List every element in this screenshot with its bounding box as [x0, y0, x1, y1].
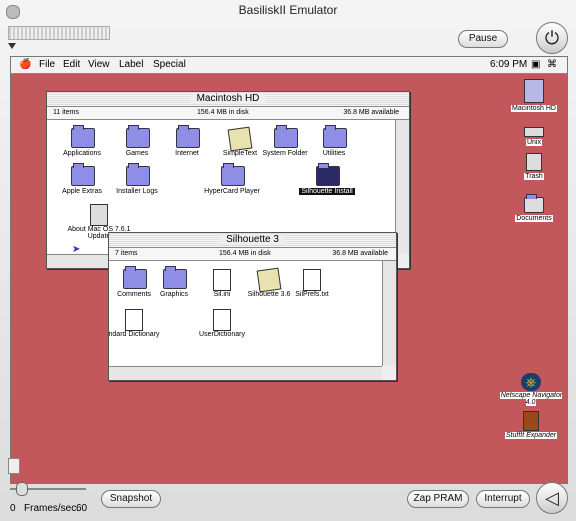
- window-title-text: Silhouette 3: [220, 234, 285, 245]
- frames-slider-knob[interactable]: [16, 482, 28, 496]
- desktop-label: Unix: [525, 139, 542, 146]
- stuffit-icon: [523, 411, 539, 431]
- app-menu-icon[interactable]: ⌘: [547, 57, 557, 73]
- window-title-text: Macintosh HD: [190, 93, 266, 104]
- available-space: 36.8 MB available: [332, 250, 388, 257]
- desktop-unix[interactable]: Unix: [499, 127, 567, 146]
- power-icon[interactable]: ⏻: [536, 22, 568, 54]
- item-label: Silhouette Install: [299, 188, 355, 195]
- folder-icon: [71, 125, 95, 148]
- desktop-netscape-navigator[interactable]: ⎈ Netscape Navigator 4.0: [495, 373, 567, 406]
- document-icon: [213, 269, 231, 291]
- doc-standard-dictionary[interactable]: ndard Dictionary: [99, 309, 169, 338]
- clock: 6:09 PM: [490, 59, 528, 70]
- silhouette-3-window[interactable]: Silhouette 3 7 items 156.4 MB in disk 36…: [108, 232, 397, 381]
- desktop-label: StuffIt Expander: [504, 432, 558, 439]
- item-label: HyperCard Player: [204, 188, 260, 195]
- folder-icon: [221, 163, 245, 186]
- menu-bar: 🍎 File Edit View Label Special 6:09 PM ▣…: [11, 57, 567, 74]
- folder-installer-logs[interactable]: Installer Logs: [102, 163, 172, 195]
- zap-pram-button[interactable]: Zap PRAM: [407, 490, 469, 508]
- frames-max: 60: [76, 503, 88, 514]
- window-info-bar: 11 items 156.4 MB in disk 36.8 MB availa…: [47, 107, 409, 120]
- folder-icon: [126, 163, 150, 186]
- menu-view[interactable]: View: [88, 57, 110, 73]
- toolbar-strip: [8, 26, 110, 40]
- folder-icon: [176, 125, 200, 148]
- trash-icon: [526, 153, 542, 171]
- folder-hypercard-player[interactable]: HyperCard Player: [197, 163, 267, 195]
- folder-icon: [71, 163, 95, 186]
- folder-icon: [274, 125, 298, 148]
- menu-label[interactable]: Label: [119, 57, 143, 73]
- hard-disk-icon: [524, 79, 544, 103]
- emulated-screen: 🍎 File Edit View Label Special 6:09 PM ▣…: [10, 56, 568, 484]
- vertical-scrollbar[interactable]: [395, 120, 409, 254]
- window-content: Comments Graphics Sil.ini Silhouette 3.6…: [109, 261, 382, 366]
- folder-icon: [323, 125, 347, 148]
- window-title: BasiliskII Emulator: [238, 3, 338, 17]
- menu-edit[interactable]: Edit: [63, 57, 80, 73]
- frames-min: 0: [10, 503, 16, 514]
- window-titlebar[interactable]: Macintosh HD: [47, 92, 409, 107]
- folder-icon: [524, 194, 544, 213]
- document-icon: [125, 309, 143, 331]
- disk-icon: [524, 127, 544, 137]
- available-space: 36.8 MB available: [343, 109, 399, 116]
- emulator-window: BasiliskII Emulator Pause ⏻ 🍎 File Edit …: [0, 0, 576, 521]
- frames-label: Frames/sec.: [24, 503, 80, 514]
- desktop-label: Netscape Navigator 4.0: [499, 392, 563, 406]
- app-icon: [227, 126, 253, 152]
- desktop-macintosh-hd[interactable]: Macintosh HD: [499, 79, 567, 112]
- desktop-label: Macintosh HD: [511, 105, 557, 112]
- snapshot-button[interactable]: Snapshot: [101, 490, 161, 508]
- item-label: Utilities: [322, 150, 346, 157]
- disclosure-triangle-icon[interactable]: [8, 43, 16, 49]
- document-icon: [213, 309, 231, 331]
- window-info-bar: 7 items 156.4 MB in disk 36.8 MB availab…: [109, 248, 396, 261]
- folder-utilities[interactable]: Utilities: [299, 125, 369, 157]
- menu-special[interactable]: Special: [153, 57, 186, 73]
- disk-size: 156.4 MB in disk: [219, 250, 271, 257]
- apple-menu-icon[interactable]: 🍎: [19, 57, 31, 73]
- doc-silprefs[interactable]: SilPrefs.txt: [277, 269, 347, 298]
- sound-icon[interactable]: [8, 458, 20, 474]
- pause-button[interactable]: Pause: [458, 30, 508, 48]
- document-icon: [303, 269, 321, 291]
- folder-icon: [126, 125, 150, 148]
- folder-icon: [316, 163, 340, 186]
- desktop-trash[interactable]: Trash: [499, 153, 567, 180]
- horizontal-scrollbar[interactable]: [109, 366, 382, 380]
- item-label: Installer Logs: [116, 188, 158, 195]
- items-count: 7 items: [115, 250, 138, 257]
- desktop-documents[interactable]: Documents: [499, 193, 567, 222]
- items-count: 11 items: [53, 109, 79, 116]
- finder-icon[interactable]: ▣: [531, 57, 540, 73]
- item-label: SilPrefs.txt: [295, 291, 329, 298]
- item-label: ndard Dictionary: [108, 331, 160, 338]
- interrupt-button[interactable]: Interrupt: [476, 490, 530, 508]
- menu-file[interactable]: File: [39, 57, 55, 73]
- vertical-scrollbar[interactable]: [382, 261, 396, 366]
- doc-user-dictionary[interactable]: UserDictionary: [187, 309, 257, 338]
- desktop-label: Trash: [524, 173, 544, 180]
- disk-size: 156.4 MB in disk: [197, 109, 249, 116]
- desktop-stuffit-expander[interactable]: StuffIt Expander: [495, 411, 567, 439]
- netscape-icon: ⎈: [521, 373, 541, 391]
- window-titlebar[interactable]: Silhouette 3: [109, 233, 396, 248]
- document-icon: [90, 204, 108, 226]
- folder-icon: [163, 266, 187, 289]
- play-icon[interactable]: ◁: [536, 482, 568, 514]
- desktop-label: Documents: [515, 215, 553, 222]
- item-label: UserDictionary: [199, 331, 245, 338]
- folder-silhouette-install[interactable]: Silhouette Install: [292, 163, 362, 195]
